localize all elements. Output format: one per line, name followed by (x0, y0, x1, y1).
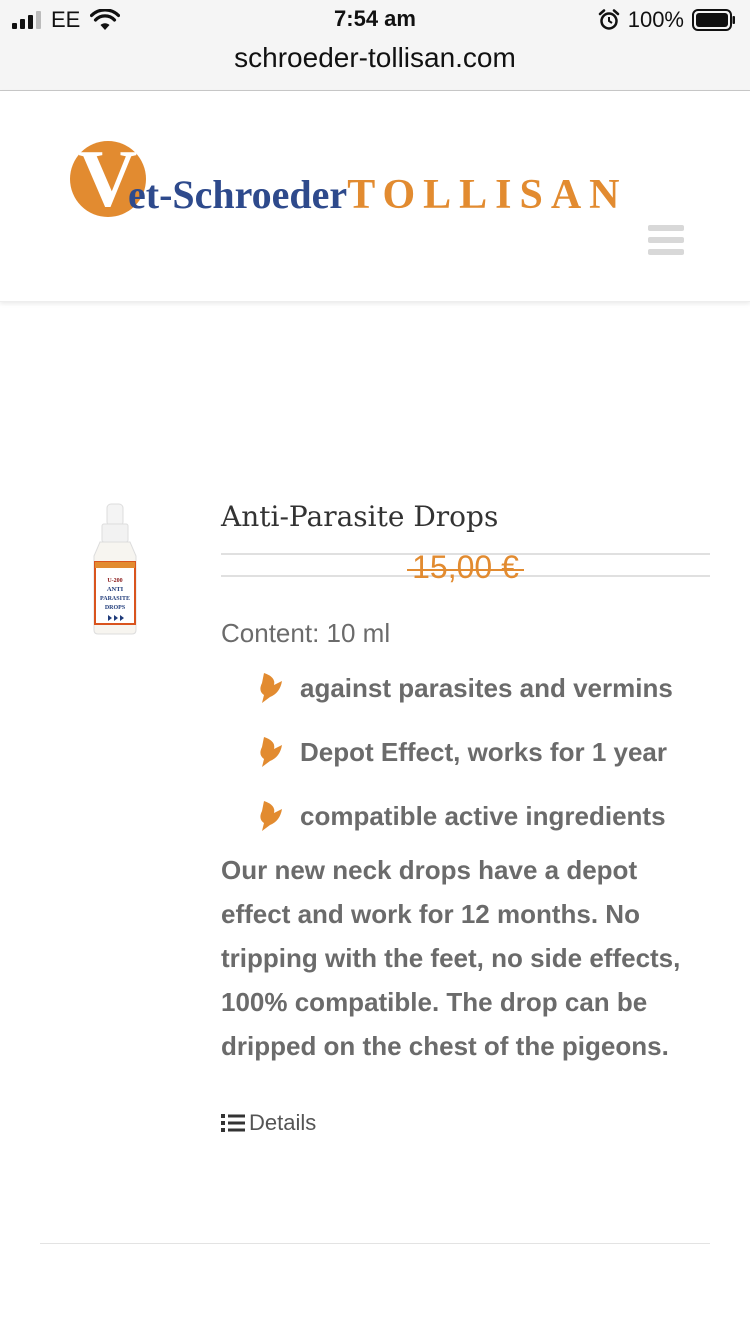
feature-list: against parasites and vermins Depot Effe… (256, 656, 673, 848)
feature-text: against parasites and vermins (300, 672, 673, 703)
logo-text: et-SchroederTOLLISAN (128, 171, 628, 228)
status-bar: EE 7:54 am 100% (0, 0, 750, 40)
pigeon-icon (260, 673, 282, 703)
svg-text:PARASITE: PARASITE (100, 596, 130, 602)
site-header: V et-SchroederTOLLISAN (0, 91, 750, 302)
url-bar[interactable]: schroeder-tollisan.com (0, 42, 750, 74)
pigeon-icon (260, 801, 282, 831)
price-row: 15,00 € (221, 549, 710, 585)
feature-item: against parasites and vermins (256, 656, 673, 720)
logo-text-orange: TOLLISAN (347, 172, 628, 218)
battery-percentage: 100% (627, 7, 684, 32)
product-price: 15,00 € (221, 549, 710, 586)
product-content: Content: 10 ml (221, 618, 391, 648)
pigeon-icon (260, 737, 282, 767)
divider (40, 1243, 710, 1244)
feature-text: compatible active ingredients (300, 800, 666, 831)
logo-text-blue: et-Schroeder (128, 172, 348, 217)
browser-chrome: EE 7:54 am 100% schroeder-tollisan.com (0, 0, 750, 91)
hamburger-menu-icon[interactable] (648, 225, 684, 257)
status-right: 100% (598, 7, 736, 33)
details-label: Details (249, 1110, 317, 1135)
feature-text: Depot Effect, works for 1 year (300, 736, 667, 767)
svg-text:DROPS: DROPS (105, 605, 126, 611)
svg-text:U-200: U-200 (107, 578, 122, 584)
battery-icon (692, 9, 735, 31)
list-icon (221, 1114, 245, 1132)
details-link[interactable]: Details (221, 1110, 316, 1136)
product-title[interactable]: Anti-Parasite Drops (221, 500, 498, 533)
site-logo[interactable]: V et-SchroederTOLLISAN (70, 137, 690, 221)
product-description: Our new neck drops have a depot effect a… (221, 855, 681, 1061)
svg-text:ANTI: ANTI (107, 586, 124, 593)
feature-item: compatible active ingredients (256, 784, 673, 848)
alarm-icon (598, 9, 619, 30)
feature-item: Depot Effect, works for 1 year (256, 720, 673, 784)
product-image[interactable]: U-200 ANTI PARASITE DROPS (80, 500, 150, 640)
